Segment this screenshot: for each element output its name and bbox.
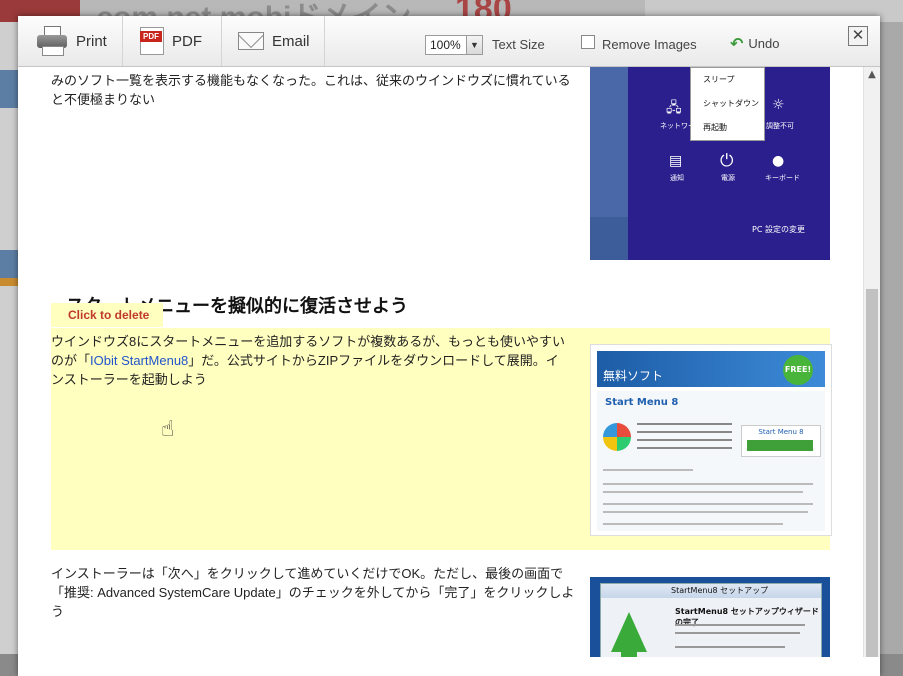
menu-item-restart: 再起動: [703, 123, 727, 132]
image-text-line: [603, 483, 813, 485]
image-text-line: [603, 469, 693, 471]
pdf-button[interactable]: PDF PDF: [140, 16, 202, 66]
menu-item-shutdown: シャットダウン: [703, 99, 759, 108]
network-label: ネットワーク: [660, 122, 702, 130]
notify-label: 通知: [670, 174, 684, 182]
text-size-label: Text Size: [492, 37, 545, 52]
vertical-scrollbar[interactable]: ▲: [863, 67, 880, 657]
close-button[interactable]: ✕: [848, 26, 868, 46]
article-image-power-menu[interactable]: スリープ シャットダウン 再起動 🖧 ネットワーク ☼ 調整不可 ▤ 通知 ⏻ …: [590, 67, 830, 260]
image-text-line: [603, 503, 813, 505]
print-button[interactable]: Print: [36, 16, 107, 66]
pdf-label: PDF: [172, 32, 202, 50]
envelope-icon: [238, 32, 264, 50]
scroll-up-arrow-icon[interactable]: ▲: [864, 67, 880, 83]
click-to-delete-tag[interactable]: Click to delete: [51, 303, 163, 327]
keyboard-label: キーボード: [765, 174, 800, 182]
email-label: Email: [272, 32, 310, 50]
image-product-title: Start Menu 8: [605, 397, 679, 408]
undo-button[interactable]: ↶ Undo: [730, 34, 779, 53]
brightness-icon: ☼: [772, 97, 785, 113]
undo-arrow-icon: ↶: [730, 34, 744, 53]
paragraph[interactable]: インストーラーは「次へ」をクリックして進めていくだけでOK。ただし、最後の画面で…: [51, 564, 581, 621]
print-label: Print: [76, 32, 107, 50]
image-text-line: [603, 523, 783, 525]
pc-settings-label: PC 設定の変更: [752, 225, 805, 234]
background-block: [0, 70, 18, 108]
chevron-down-icon[interactable]: ▼: [465, 36, 482, 54]
image-text-line: [675, 646, 785, 648]
image-text-line: [675, 624, 805, 626]
background-block: [0, 278, 18, 286]
power-icon: ⏻: [720, 151, 734, 171]
notification-icon: ▤: [669, 153, 683, 169]
remove-images-label[interactable]: Remove Images: [602, 37, 697, 52]
image-text-line: [603, 511, 808, 513]
free-badge: FREE!: [783, 355, 813, 385]
setup-window-title: StartMenu8 セットアップ: [601, 584, 821, 598]
power-label: 電源: [721, 174, 735, 182]
background-block: [0, 250, 18, 280]
menu-item-sleep: スリープ: [703, 75, 735, 84]
article-image-setup-wizard[interactable]: StartMenu8 セットアップ StartMenu8 セットアップウィザード…: [590, 577, 830, 657]
email-button[interactable]: Email: [238, 16, 310, 66]
background-right-strip: [880, 22, 903, 654]
image-side-panel: [590, 217, 628, 260]
scroll-thumb[interactable]: [866, 289, 878, 657]
toolbar: Print PDF PDF Email 100% ▼ Text Size Rem…: [18, 16, 880, 67]
windows-logo-icon: [603, 423, 631, 451]
toolbar-divider: [221, 16, 222, 66]
download-box-title: Start Menu 8: [758, 428, 804, 436]
toolbar-divider: [324, 16, 325, 66]
article-content: みのソフト一覧を表示する機能もなくなった。これは、従来のウインドウズに慣れている…: [18, 67, 863, 657]
article-image-startmenu8-site[interactable]: 無料ソフト FREE! Start Menu 8 Start Menu 8: [590, 344, 832, 536]
download-button-graphic: [747, 440, 813, 451]
background-left-strip: [0, 22, 18, 654]
image-text-line: [603, 491, 803, 493]
undo-label: Undo: [748, 36, 780, 51]
toolbar-divider: [122, 16, 123, 66]
hand-cursor-icon: ☝: [161, 417, 175, 442]
image-text-line: [675, 632, 800, 634]
text-size-select[interactable]: 100% ▼: [425, 35, 483, 55]
remove-images-checkbox[interactable]: [581, 35, 595, 49]
print-preview-dialog: Print PDF PDF Email 100% ▼ Text Size Rem…: [18, 16, 880, 676]
network-icon: 🖧: [666, 100, 682, 116]
adjust-label: 調整不可: [766, 122, 794, 130]
pdf-icon-label: PDF: [140, 31, 162, 42]
image-body: [597, 391, 825, 531]
text-size-value: 100%: [430, 38, 461, 52]
feature-bullets: [637, 423, 732, 455]
paragraph[interactable]: みのソフト一覧を表示する機能もなくなった。これは、従来のウインドウズに慣れている…: [51, 71, 571, 109]
image-banner-title: 無料ソフト: [603, 369, 664, 383]
setup-window: StartMenu8 セットアップ StartMenu8 セットアップウィザード…: [600, 583, 822, 657]
green-arrow-icon: [611, 612, 647, 652]
keyboard-icon: ●: [772, 153, 785, 169]
printer-icon: [36, 26, 68, 56]
iobit-startmenu8-link[interactable]: IObit StartMenu8: [90, 353, 188, 368]
paragraph[interactable]: ウインドウズ8にスタートメニューを追加するソフトが複数あるが、もっとも使いやすい…: [51, 332, 571, 389]
pdf-icon: PDF: [140, 27, 164, 55]
